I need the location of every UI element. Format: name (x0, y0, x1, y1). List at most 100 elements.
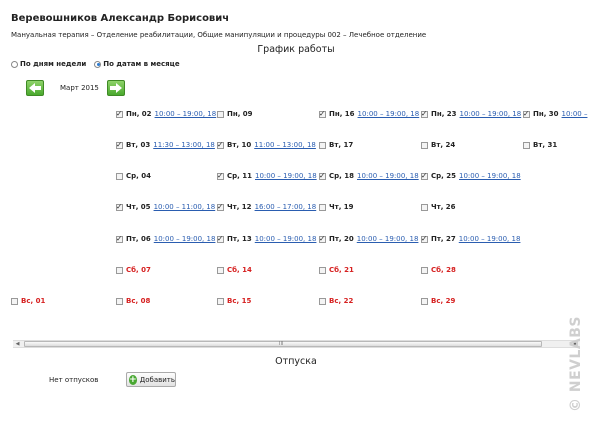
day-label: Пн, 30 (533, 110, 559, 118)
day-checkbox[interactable] (217, 266, 224, 274)
watermark-logo: © NEVLABS (568, 316, 584, 412)
horizontal-scrollbar[interactable]: ◀ III ▶ (13, 340, 580, 348)
calendar-day: Вс, 29 (421, 297, 455, 305)
day-checkbox[interactable] (116, 234, 123, 243)
add-vacation-label: Добавить (139, 375, 175, 384)
work-hours-link[interactable]: 16:00 – 17:00, 18 (255, 203, 317, 211)
day-checkbox[interactable] (421, 141, 428, 149)
day-label: Вт, 10 (227, 141, 252, 149)
work-hours-link[interactable]: 10:00 – 19:00, 18 (357, 235, 419, 243)
mode-by-weekdays[interactable]: По дням недели (11, 60, 86, 68)
month-label: Март 2015 (60, 84, 99, 92)
day-checkbox[interactable] (421, 171, 428, 180)
day-label: Ср, 11 (227, 172, 252, 180)
mode-by-weekdays-label: По дням недели (20, 60, 87, 68)
day-label: Пн, 23 (431, 110, 457, 118)
calendar-day: Вт, 17 (319, 141, 353, 149)
work-hours-link[interactable]: 10:00 – 19:00, 18 (255, 172, 317, 180)
day-checkbox[interactable] (319, 171, 326, 180)
day-label: Чт, 19 (329, 203, 354, 211)
day-checkbox[interactable] (319, 141, 326, 149)
day-checkbox[interactable] (217, 297, 224, 305)
calendar-day: Вт, 1011:00 – 13:00, 18 (217, 140, 316, 149)
calendar-day: Пн, 09 (217, 110, 253, 118)
day-checkbox[interactable] (523, 141, 530, 149)
schedule-title: График работы (257, 44, 335, 55)
work-hours-link[interactable]: 10:00 – 19:00, 18 (154, 235, 216, 243)
scroll-left-arrow-icon[interactable]: ◀ (13, 341, 22, 347)
day-checkbox[interactable] (421, 203, 428, 211)
day-label: Ср, 25 (431, 172, 456, 180)
day-label: Сб, 28 (431, 266, 456, 274)
day-checkbox[interactable] (217, 202, 224, 211)
day-checkbox[interactable] (116, 297, 123, 305)
work-hours-link[interactable]: 10:00 – 19:00, 18 (358, 110, 420, 118)
next-month-button[interactable] (107, 80, 125, 96)
schedule-mode-group: По дням недели По датам в месяце (11, 60, 180, 68)
day-checkbox[interactable] (421, 109, 428, 118)
calendar-day: Пн, 3010:00 – (523, 109, 588, 118)
work-hours-link[interactable]: 10:00 – 19:00, 18 (460, 110, 522, 118)
work-hours-link[interactable]: 10:00 – 11:00, 18 (154, 203, 216, 211)
work-hours-link[interactable]: 10:00 – 19:00, 18 (255, 235, 317, 243)
day-label: Вт, 03 (126, 141, 151, 149)
day-label: Ср, 18 (329, 172, 354, 180)
scroll-thumb[interactable]: III (24, 341, 542, 347)
day-label: Чт, 05 (126, 203, 151, 211)
day-label: Чт, 26 (431, 203, 456, 211)
mode-by-dates[interactable]: По датам в месяце (94, 60, 180, 68)
work-hours-link[interactable]: 11:30 – 13:00, 18 (153, 141, 215, 149)
calendar-day: Ср, 04 (116, 172, 151, 180)
day-checkbox[interactable] (421, 297, 428, 305)
day-checkbox[interactable] (116, 140, 123, 149)
day-label: Вс, 08 (126, 297, 151, 305)
day-checkbox[interactable] (116, 172, 123, 180)
day-checkbox[interactable] (11, 297, 18, 305)
day-checkbox[interactable] (116, 109, 123, 118)
prev-month-button[interactable] (26, 80, 44, 96)
day-checkbox[interactable] (319, 234, 326, 243)
day-label: Пт, 06 (126, 235, 151, 243)
calendar-day: Чт, 26 (421, 203, 456, 211)
calendar-day: Вт, 24 (421, 141, 455, 149)
day-checkbox[interactable] (217, 110, 224, 118)
day-checkbox[interactable] (319, 266, 326, 274)
day-checkbox[interactable] (319, 203, 326, 211)
calendar-day: Пт, 0610:00 – 19:00, 18 (116, 234, 216, 243)
scroll-grip-icon: III (279, 341, 284, 347)
calendar-day: Пн, 0210:00 – 19:00, 18 (116, 109, 217, 118)
calendar-day: Вт, 0311:30 – 13:00, 18 (116, 140, 215, 149)
day-label: Пт, 20 (329, 235, 354, 243)
day-label: Пт, 13 (227, 235, 252, 243)
calendar-day: Сб, 14 (217, 266, 252, 274)
add-vacation-button[interactable]: + Добавить (126, 372, 176, 387)
calendar-day: Ср, 1810:00 – 19:00, 18 (319, 171, 419, 180)
work-hours-link[interactable]: 10:00 – (562, 110, 588, 118)
work-hours-link[interactable]: 10:00 – 19:00, 18 (357, 172, 419, 180)
radio-by-weekdays[interactable] (11, 60, 18, 68)
day-label: Вс, 01 (21, 297, 46, 305)
work-hours-link[interactable]: 10:00 – 19:00, 18 (155, 110, 217, 118)
day-checkbox[interactable] (116, 266, 123, 274)
day-label: Вс, 22 (329, 297, 354, 305)
day-label: Ср, 04 (126, 172, 151, 180)
calendar-day: Чт, 1216:00 – 17:00, 18 (217, 202, 317, 211)
day-checkbox[interactable] (217, 234, 224, 243)
day-checkbox[interactable] (217, 171, 224, 180)
day-label: Вс, 29 (431, 297, 456, 305)
day-label: Вт, 31 (533, 141, 558, 149)
day-label: Пн, 02 (126, 110, 152, 118)
work-hours-link[interactable]: 10:00 – 19:00, 18 (459, 172, 521, 180)
day-checkbox[interactable] (319, 297, 326, 305)
calendar-day: Сб, 07 (116, 266, 151, 274)
day-checkbox[interactable] (523, 109, 530, 118)
arrow-right-icon (110, 83, 122, 93)
work-hours-link[interactable]: 10:00 – 19:00, 18 (459, 235, 521, 243)
day-checkbox[interactable] (421, 266, 428, 274)
day-checkbox[interactable] (421, 234, 428, 243)
radio-by-dates[interactable] (94, 60, 102, 68)
work-hours-link[interactable]: 11:00 – 13:00, 18 (254, 141, 316, 149)
day-checkbox[interactable] (217, 140, 224, 149)
day-checkbox[interactable] (116, 202, 123, 211)
day-checkbox[interactable] (319, 109, 326, 118)
